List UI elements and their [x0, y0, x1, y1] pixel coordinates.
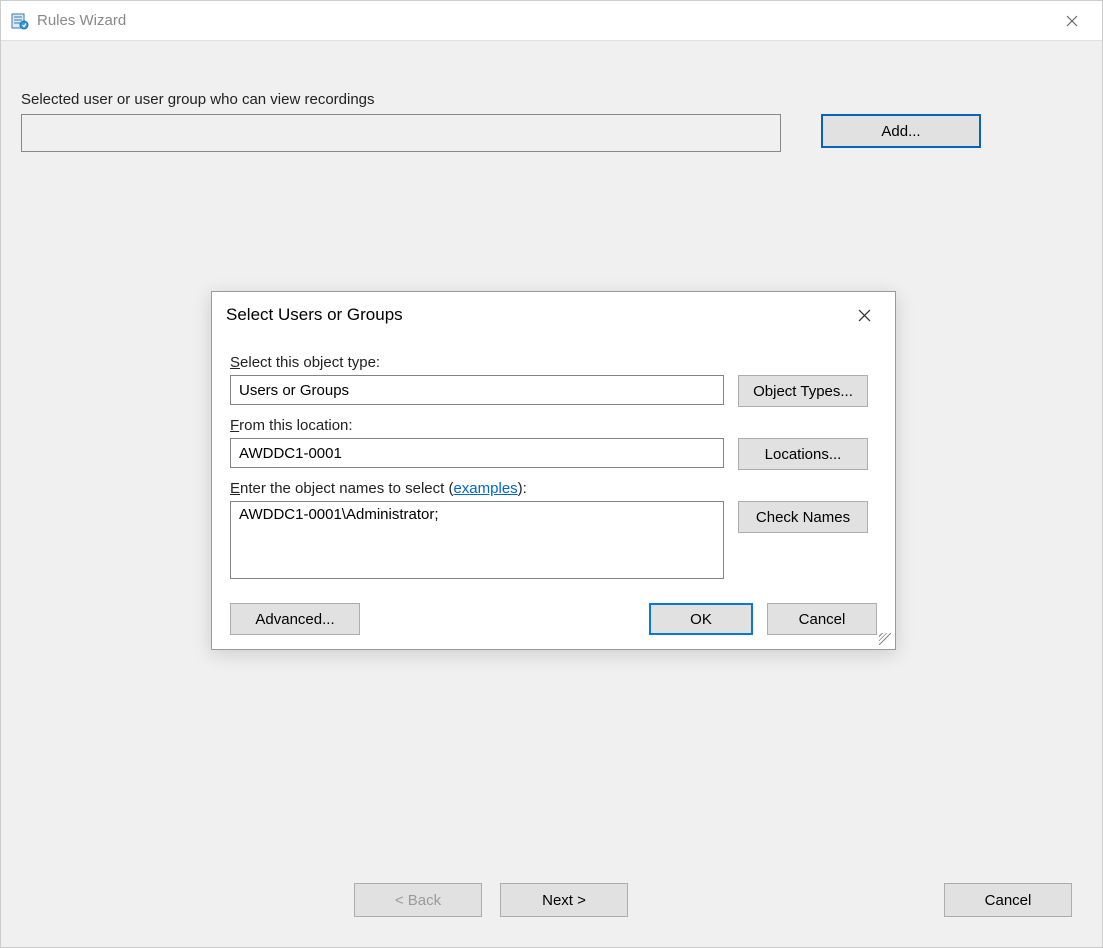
wizard-footer: < Back Next > Cancel: [354, 883, 1072, 917]
window-close-button[interactable]: [1052, 1, 1092, 41]
wizard-cancel-button[interactable]: Cancel: [944, 883, 1072, 917]
object-type-field[interactable]: [230, 375, 724, 405]
selected-user-field[interactable]: [21, 114, 781, 152]
selected-user-label: Selected user or user group who can view…: [21, 91, 1082, 108]
dialog-titlebar: Select Users or Groups: [212, 292, 895, 338]
next-button[interactable]: Next >: [500, 883, 628, 917]
dialog-cancel-button[interactable]: Cancel: [767, 603, 877, 635]
titlebar: Rules Wizard: [1, 1, 1102, 41]
location-field[interactable]: [230, 438, 724, 468]
advanced-button[interactable]: Advanced...: [230, 603, 360, 635]
object-types-button[interactable]: Object Types...: [738, 375, 868, 407]
location-label: From this location:: [230, 417, 877, 434]
dialog-close-button[interactable]: [847, 298, 881, 332]
window-title: Rules Wizard: [37, 12, 126, 29]
locations-button[interactable]: Locations...: [738, 438, 868, 470]
object-names-field[interactable]: [230, 501, 724, 579]
examples-link[interactable]: examples: [453, 480, 517, 497]
resize-grip-icon[interactable]: [879, 633, 891, 645]
ok-button[interactable]: OK: [649, 603, 753, 635]
back-button: < Back: [354, 883, 482, 917]
dialog-title: Select Users or Groups: [226, 305, 403, 325]
select-users-dialog: Select Users or Groups Select this objec…: [211, 291, 896, 650]
add-button[interactable]: Add...: [821, 114, 981, 148]
object-names-label: EEnter the object names to select (nter …: [230, 480, 877, 497]
check-names-button[interactable]: Check Names: [738, 501, 868, 533]
object-type-label: Select this object type:: [230, 354, 877, 371]
app-icon: [11, 12, 29, 30]
